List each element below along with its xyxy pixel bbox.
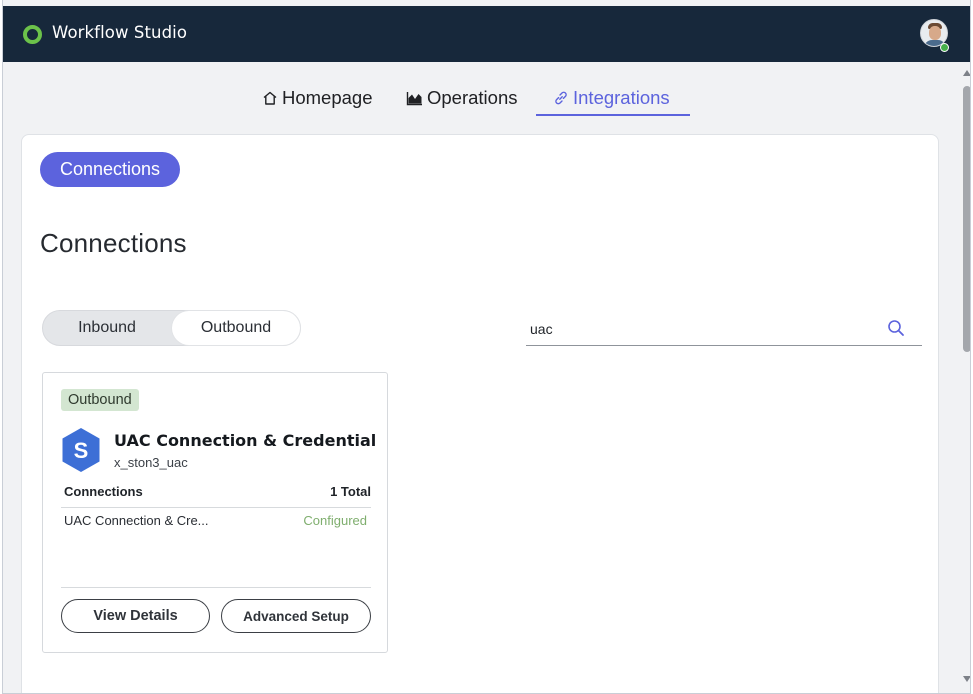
active-tab-indicator [536, 114, 690, 116]
tab-integrations-label: Integrations [573, 87, 670, 108]
connections-pill-button[interactable]: Connections [40, 152, 180, 187]
scrollbar-thumb[interactable] [963, 86, 970, 352]
app-logo-icon [23, 25, 42, 44]
direction-toggle: Inbound Outbound [42, 310, 301, 346]
integration-logo-letter: S [74, 438, 89, 463]
tab-homepage-label: Homepage [282, 87, 373, 108]
direction-badge: Outbound [61, 389, 139, 411]
advanced-setup-button[interactable]: Advanced Setup [221, 599, 371, 633]
chart-area-icon [406, 92, 422, 106]
table-row: UAC Connection & Cre... Configured [64, 513, 371, 528]
scroll-down-arrow-icon[interactable] [963, 676, 970, 682]
connection-status: Configured [303, 513, 367, 528]
integration-title: UAC Connection & Credential [114, 431, 377, 450]
connection-name: UAC Connection & Cre... [64, 513, 209, 528]
connections-header-label: Connections [64, 484, 143, 499]
presence-status-icon [940, 43, 949, 52]
connections-table-header: Connections 1 Total [64, 484, 371, 499]
app-header: Workflow Studio [3, 6, 970, 62]
tab-integrations[interactable]: Integrations [553, 80, 670, 116]
toggle-inbound[interactable]: Inbound [43, 311, 171, 345]
link-icon [555, 91, 567, 105]
vertical-scrollbar[interactable] [961, 62, 970, 693]
integration-logo-icon: S [62, 428, 100, 472]
view-details-button[interactable]: View Details [61, 599, 210, 633]
page-title: Connections [40, 228, 187, 258]
app-title: Workflow Studio [52, 23, 188, 42]
tab-homepage[interactable]: Homepage [262, 80, 373, 116]
app-window: Workflow Studio Homepage Operations Inte… [2, 0, 971, 694]
toggle-outbound[interactable]: Outbound [172, 311, 300, 345]
integration-card: Outbound S UAC Connection & Credential x… [42, 372, 388, 653]
search-icon[interactable] [887, 319, 905, 341]
tab-operations[interactable]: Operations [406, 80, 518, 116]
integration-subtitle: x_ston3_uac [114, 455, 188, 470]
home-icon [263, 91, 277, 105]
search-box [526, 314, 922, 346]
connections-total-count: 1 Total [330, 484, 371, 499]
card-footer-divider [61, 587, 371, 588]
tab-operations-label: Operations [427, 87, 518, 108]
scroll-up-arrow-icon[interactable] [963, 70, 970, 76]
avatar-face [929, 26, 941, 40]
main-tabs: Homepage Operations Integrations [3, 80, 970, 120]
connections-panel: Connections Connections Inbound Outbound… [21, 134, 939, 693]
search-input[interactable] [530, 318, 870, 340]
table-divider [61, 507, 371, 508]
